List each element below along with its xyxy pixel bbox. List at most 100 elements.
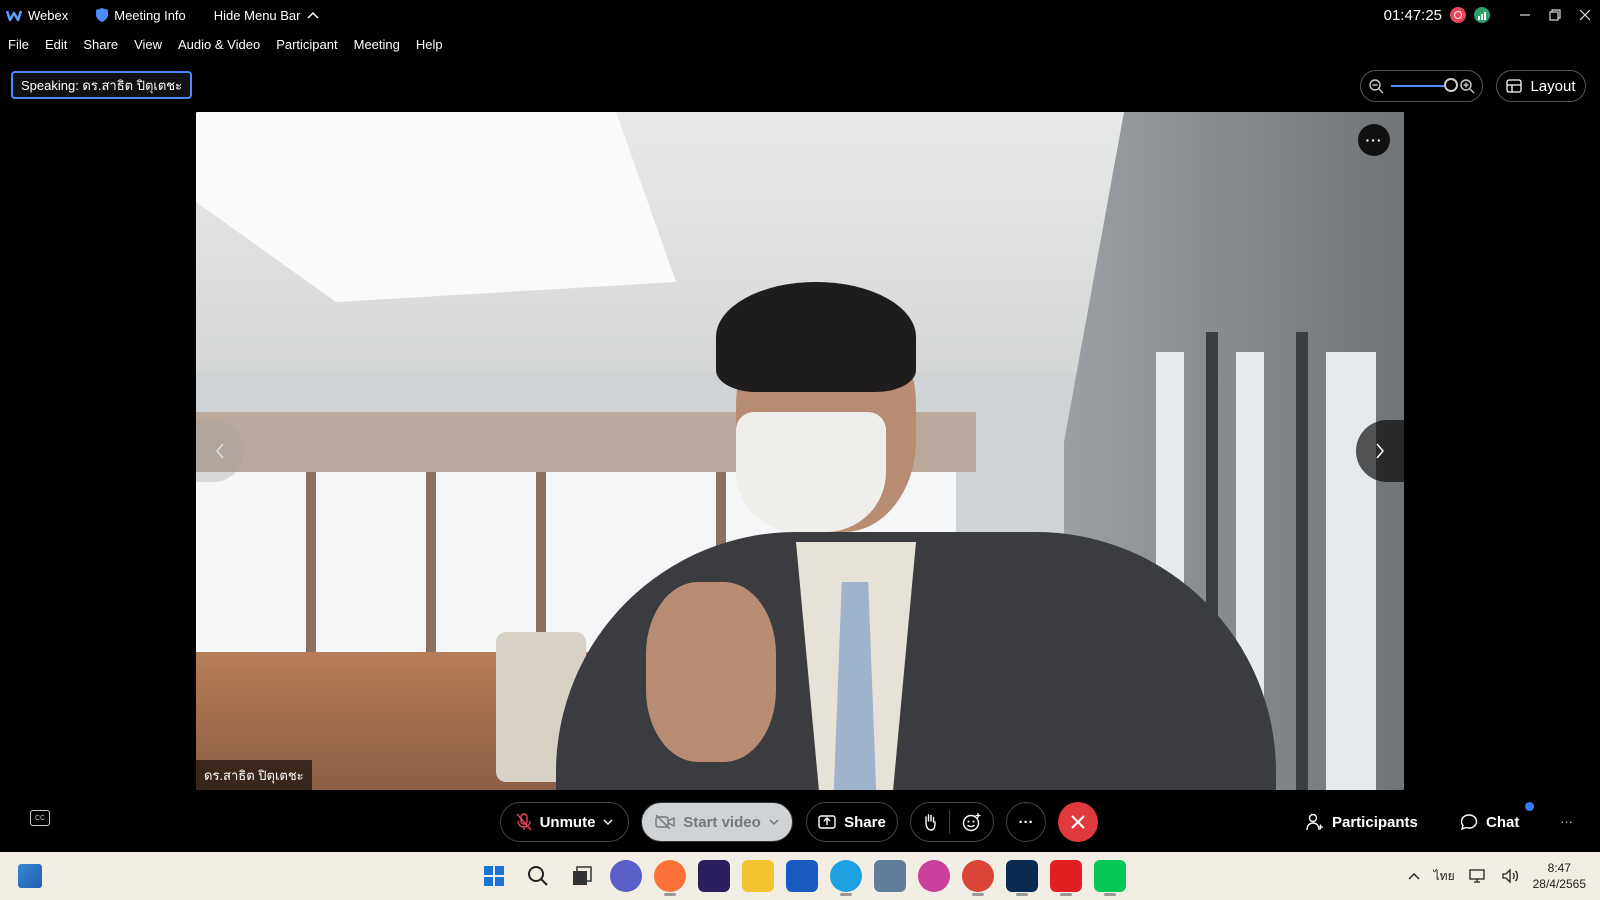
task-view-icon[interactable] xyxy=(566,860,598,892)
teams-chat-icon[interactable] xyxy=(610,860,642,892)
file-explorer-icon[interactable] xyxy=(742,860,774,892)
edge-icon[interactable] xyxy=(830,860,862,896)
microphone-muted-icon xyxy=(515,813,532,831)
widgets-icon[interactable] xyxy=(18,864,42,888)
menu-share[interactable]: Share xyxy=(83,37,118,52)
os-taskbar: ไทย 8:47 28/4/2565 xyxy=(0,852,1600,900)
more-horizontal-icon: ··· xyxy=(1018,813,1034,831)
chat-button[interactable]: Chat xyxy=(1460,802,1519,842)
app-name: Webex xyxy=(28,7,69,23)
zoom-out-icon[interactable] xyxy=(1367,77,1385,95)
video-person-hair xyxy=(716,282,916,392)
restore-icon xyxy=(1549,9,1561,21)
hide-menu-bar-label: Hide Menu Bar xyxy=(213,7,301,23)
layout-grid-icon xyxy=(1506,79,1523,93)
acrobat-icon[interactable] xyxy=(1050,860,1082,896)
meeting-timer: 01:47:25 xyxy=(1383,6,1442,24)
chevron-right-icon xyxy=(1376,443,1384,459)
start-video-label: Start video xyxy=(683,813,761,831)
close-icon xyxy=(1071,815,1085,829)
video-person-mask xyxy=(736,412,886,532)
menu-audio-video[interactable]: Audio & Video xyxy=(178,37,260,52)
video-off-icon xyxy=(655,815,675,829)
video-person-hand xyxy=(646,582,776,762)
unmute-label: Unmute xyxy=(539,813,596,831)
picasa-icon[interactable] xyxy=(918,860,950,892)
zoom-slider[interactable] xyxy=(1391,78,1458,92)
hide-menu-bar-button[interactable]: Hide Menu Bar xyxy=(214,8,319,23)
clock[interactable]: 8:47 28/4/2565 xyxy=(1533,860,1586,892)
store-icon[interactable] xyxy=(874,860,906,892)
premiere-icon[interactable] xyxy=(698,860,730,892)
clock-time: 8:47 xyxy=(1547,861,1571,875)
menu-file[interactable]: File xyxy=(8,37,29,52)
video-scene-right-window xyxy=(1326,352,1376,790)
chevron-up-icon[interactable] xyxy=(1408,872,1420,880)
taskbar-apps xyxy=(478,860,1126,896)
zoom-slider-knob[interactable] xyxy=(1444,78,1458,92)
closed-captions-icon[interactable]: CC xyxy=(30,810,50,826)
meeting-controls: CC Unmute Start video Share ··· Particip… xyxy=(0,794,1600,850)
chrome-icon[interactable] xyxy=(962,860,994,896)
minimize-icon xyxy=(1520,14,1530,16)
video-scene-right-frame xyxy=(1296,332,1308,790)
chat-notification-badge xyxy=(1525,802,1534,811)
menu-edit[interactable]: Edit xyxy=(45,37,67,52)
chat-label: Chat xyxy=(1486,813,1520,831)
minimize-button[interactable] xyxy=(1510,0,1540,30)
raise-hand-icon[interactable] xyxy=(923,813,937,831)
share-label: Share xyxy=(844,813,886,831)
more-horizontal-icon: ··· xyxy=(1365,132,1383,148)
search-icon[interactable] xyxy=(522,860,554,892)
meeting-info-label: Meeting Info xyxy=(114,7,186,23)
network-status-icon[interactable] xyxy=(1474,7,1490,23)
share-button[interactable]: Share xyxy=(806,802,898,842)
layout-label: Layout xyxy=(1530,77,1576,95)
reactions-group xyxy=(910,802,994,842)
recording-icon[interactable] xyxy=(1450,7,1466,23)
video-more-options-button[interactable]: ··· xyxy=(1358,124,1390,156)
more-controls-button[interactable]: ··· xyxy=(1560,814,1573,829)
layout-button[interactable]: Layout xyxy=(1496,70,1586,102)
shield-icon xyxy=(96,8,109,22)
input-language[interactable]: ไทย xyxy=(1434,867,1455,886)
meeting-info-button[interactable]: Meeting Info xyxy=(96,8,186,23)
chevron-up-icon xyxy=(306,11,319,19)
webex-icon[interactable] xyxy=(1006,860,1038,896)
system-tray: ไทย 8:47 28/4/2565 xyxy=(1408,852,1586,900)
reactions-icon[interactable] xyxy=(962,812,982,832)
network-icon[interactable] xyxy=(1468,868,1487,884)
app-menu[interactable]: Webex xyxy=(6,8,68,23)
restore-button[interactable] xyxy=(1540,0,1570,30)
zoom-in-icon[interactable] xyxy=(1458,77,1476,95)
chevron-left-icon xyxy=(216,443,224,459)
participants-label: Participants xyxy=(1332,813,1418,831)
chevron-down-icon xyxy=(769,819,779,825)
more-options-button[interactable]: ··· xyxy=(1006,802,1046,842)
firefox-icon[interactable] xyxy=(654,860,686,896)
participants-icon xyxy=(1306,813,1323,831)
share-screen-icon xyxy=(818,815,836,829)
participant-name-tag: ดร.สาธิต ปิตุเตชะ xyxy=(196,760,312,790)
start-icon[interactable] xyxy=(478,860,510,892)
word-icon[interactable] xyxy=(786,860,818,892)
unmute-button[interactable]: Unmute xyxy=(500,802,629,842)
volume-icon[interactable] xyxy=(1501,868,1519,884)
start-video-button[interactable]: Start video xyxy=(641,802,793,842)
menu-view[interactable]: View xyxy=(134,37,162,52)
menu-meeting[interactable]: Meeting xyxy=(354,37,400,52)
leave-meeting-button[interactable] xyxy=(1058,802,1098,842)
title-bar: Webex Meeting Info Hide Menu Bar 01:47:2… xyxy=(0,0,1600,30)
close-icon xyxy=(1579,9,1591,21)
close-button[interactable] xyxy=(1570,0,1600,30)
participants-button[interactable]: Participants xyxy=(1306,802,1418,842)
participant-video[interactable]: ··· ดร.สาธิต ปิตุเตชะ xyxy=(196,112,1404,790)
chat-bubble-icon xyxy=(1460,814,1478,831)
menu-help[interactable]: Help xyxy=(416,37,443,52)
divider xyxy=(948,810,950,834)
menu-participant[interactable]: Participant xyxy=(276,37,337,52)
menu-bar: File Edit Share View Audio & Video Parti… xyxy=(0,32,459,56)
clock-date: 28/4/2565 xyxy=(1532,877,1586,891)
zoom-control xyxy=(1360,70,1483,102)
line-icon[interactable] xyxy=(1094,860,1126,896)
